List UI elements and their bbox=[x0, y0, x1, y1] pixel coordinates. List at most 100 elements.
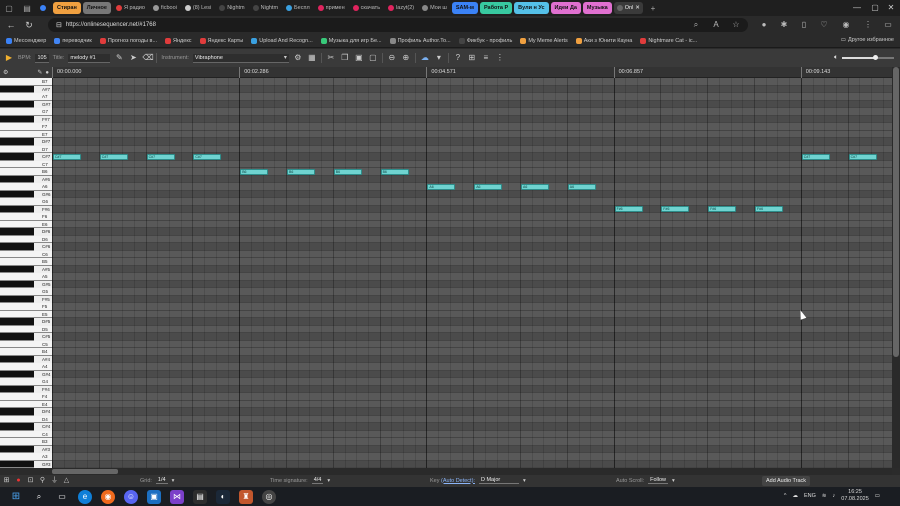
edge-icon[interactable]: e bbox=[78, 489, 92, 504]
bookmark-item[interactable]: Яндекс bbox=[165, 37, 192, 44]
more-menu-icon[interactable]: ⋮ bbox=[862, 19, 874, 31]
piano-key[interactable]: C4 bbox=[0, 430, 52, 438]
visual-studio-icon[interactable]: ⋈ bbox=[170, 489, 184, 504]
browser-tab-7[interactable]: Nightm bbox=[250, 2, 281, 14]
note-block[interactable]: C#7 bbox=[99, 153, 128, 160]
browser-tab-8[interactable]: Беспл bbox=[283, 2, 313, 14]
chrome-icon[interactable]: ◎ bbox=[262, 489, 276, 504]
browser-tab-10[interactable]: скачать bbox=[350, 2, 383, 14]
close-window-icon[interactable]: ✕ bbox=[884, 2, 898, 14]
piano-key[interactable]: E6 bbox=[0, 220, 52, 228]
bookmark-item[interactable]: Аки з Юнити Кауна bbox=[575, 37, 632, 44]
piano-key[interactable]: G#4 bbox=[0, 370, 51, 378]
note-block[interactable]: C#7 bbox=[193, 153, 222, 160]
more-icon[interactable]: ⋮ bbox=[495, 53, 505, 63]
pencil-icon[interactable]: ✎ bbox=[114, 53, 124, 63]
instrument-select[interactable]: Vibraphone ▾ bbox=[192, 53, 289, 63]
note-block[interactable]: F#6 bbox=[661, 206, 690, 212]
help-icon[interactable]: ? bbox=[453, 53, 463, 63]
bookmark-item[interactable]: Upload And Recogn... bbox=[251, 37, 313, 44]
vertical-scroll-thumb[interactable] bbox=[893, 67, 899, 357]
wifi-icon[interactable]: ≋ bbox=[822, 493, 827, 499]
piano-icon[interactable]: ▦ bbox=[307, 53, 317, 63]
piano-key[interactable]: G6 bbox=[0, 198, 52, 206]
piano-keyboard[interactable]: B7 A#7 A7 G#7 G7 F#7 F7 E7 D#7 D7 C#7 C7 B6 A#6 A6 G#6 G… bbox=[0, 78, 52, 468]
piano-key[interactable]: C#6 bbox=[0, 243, 50, 251]
piano-key[interactable]: G#3 bbox=[0, 460, 51, 468]
mixer-icon[interactable]: ≡ bbox=[481, 53, 491, 63]
instrument-settings-icon[interactable]: ⚙ bbox=[293, 53, 303, 63]
piano-key[interactable]: E7 bbox=[0, 130, 52, 138]
site-info-icon[interactable]: ⊟ bbox=[56, 21, 62, 29]
browser-tab-9[interactable]: примен bbox=[315, 2, 348, 14]
note-block[interactable]: A6 bbox=[521, 183, 550, 190]
piano-key[interactable]: B7 bbox=[0, 78, 52, 86]
piano-key[interactable]: F5 bbox=[0, 303, 52, 311]
search-icon[interactable]: ⌕ bbox=[690, 19, 702, 31]
tab-group-14[interactable]: Работа Р bbox=[479, 2, 513, 14]
maximize-icon[interactable]: ▢ bbox=[868, 2, 882, 14]
copy-icon[interactable]: ❐ bbox=[340, 53, 350, 63]
piano-key[interactable]: D6 bbox=[0, 235, 52, 243]
note-block[interactable]: A6 bbox=[567, 183, 596, 190]
timeline-ruler[interactable]: ⚙ ✎ ● 00:00.000 00:02.286 00:04.571 00:06.8… bbox=[0, 67, 892, 78]
piano-key[interactable]: C#4 bbox=[0, 423, 50, 431]
bookmark-item[interactable]: Яндекс Карты bbox=[199, 37, 243, 44]
select-all-icon[interactable]: ▢ bbox=[368, 53, 378, 63]
close-tab-icon[interactable]: ✕ bbox=[635, 5, 640, 11]
tab-group-2[interactable]: Личное bbox=[82, 2, 111, 14]
note-block[interactable]: C#7 bbox=[146, 153, 175, 160]
bookmark-item[interactable]: Прогноз погоды в... bbox=[99, 37, 157, 44]
volume-icon[interactable]: 🔈︎ bbox=[834, 54, 838, 62]
piano-key[interactable]: D5 bbox=[0, 325, 52, 333]
translate-icon[interactable]: A bbox=[710, 19, 722, 31]
piano-key[interactable]: C6 bbox=[0, 250, 52, 258]
browser-tab-6[interactable]: Nightm bbox=[216, 2, 247, 14]
volume-knob[interactable] bbox=[873, 55, 879, 60]
play-icon[interactable]: ▶ bbox=[4, 53, 14, 63]
steam-icon[interactable]: ◐ bbox=[216, 489, 230, 504]
add-audio-track-button[interactable]: Add Audio Track bbox=[762, 476, 811, 486]
speaker-icon[interactable]: ♪ bbox=[833, 493, 836, 499]
browser-tab-3[interactable]: Я радио bbox=[113, 2, 148, 14]
bookmark-item[interactable]: Музыка для игр Бе... bbox=[320, 37, 382, 44]
piano-key[interactable]: B6 bbox=[0, 168, 52, 176]
sidebar-toggle-icon[interactable]: ▭ bbox=[882, 19, 894, 31]
bookmark-item[interactable]: Nightmare Cat - ic... bbox=[640, 37, 697, 44]
grid-toggle-icon[interactable]: ⊞ bbox=[2, 476, 11, 485]
bpm-input[interactable]: 105 bbox=[35, 53, 49, 63]
piano-key[interactable]: G4 bbox=[0, 378, 52, 386]
piano-key[interactable]: A#6 bbox=[0, 175, 50, 183]
url-field[interactable]: ⊟ https://onlinesequencer.net/#1768 bbox=[48, 18, 748, 32]
piano-key[interactable]: G5 bbox=[0, 288, 52, 296]
autoscroll-select[interactable]: Follow bbox=[648, 477, 669, 484]
firefox-icon[interactable]: ◉ bbox=[101, 489, 115, 504]
horizontal-scroll-thumb[interactable] bbox=[52, 469, 118, 474]
piano-key[interactable]: D#6 bbox=[0, 228, 50, 236]
chevron-down-icon[interactable]: ▾ bbox=[523, 478, 526, 484]
zoom-in-icon[interactable]: ⊕ bbox=[401, 53, 411, 63]
note-block[interactable]: C#7 bbox=[848, 153, 877, 160]
browser-tab-11[interactable]: lazyt(2) bbox=[385, 2, 417, 14]
bookmark-item[interactable]: My Meme Alerts bbox=[520, 37, 568, 44]
browser-tab-0[interactable] bbox=[37, 2, 51, 14]
bookmark-item[interactable]: Фикбук - профиль bbox=[458, 37, 512, 44]
pencil-small-icon[interactable]: ✎ bbox=[37, 69, 42, 76]
chevron-down-icon[interactable]: ▾ bbox=[172, 478, 175, 484]
piano-key[interactable]: A#4 bbox=[0, 355, 50, 363]
piano-key[interactable]: C#5 bbox=[0, 333, 50, 341]
back-icon[interactable]: ← bbox=[4, 18, 18, 32]
cloud-save-icon[interactable]: ☁ bbox=[420, 53, 430, 63]
profile-avatar[interactable]: ◉ bbox=[840, 19, 852, 31]
volume-slider[interactable] bbox=[842, 55, 894, 60]
tray-chevron-icon[interactable]: ^ bbox=[784, 493, 787, 499]
tab-group-16[interactable]: Идеи Да bbox=[550, 2, 581, 14]
piano-key[interactable]: A7 bbox=[0, 93, 52, 101]
tray-cloud-icon[interactable]: ☁ bbox=[792, 493, 798, 499]
piano-key[interactable]: C#7 bbox=[0, 153, 50, 161]
horizontal-scrollbar[interactable] bbox=[52, 468, 892, 475]
puzzle-icon[interactable]: ✱ bbox=[778, 19, 790, 31]
reload-icon[interactable]: ↻ bbox=[22, 18, 36, 32]
star-icon[interactable]: ☆ bbox=[730, 19, 742, 31]
dropdown-chevron-icon[interactable]: ▾ bbox=[434, 53, 444, 63]
